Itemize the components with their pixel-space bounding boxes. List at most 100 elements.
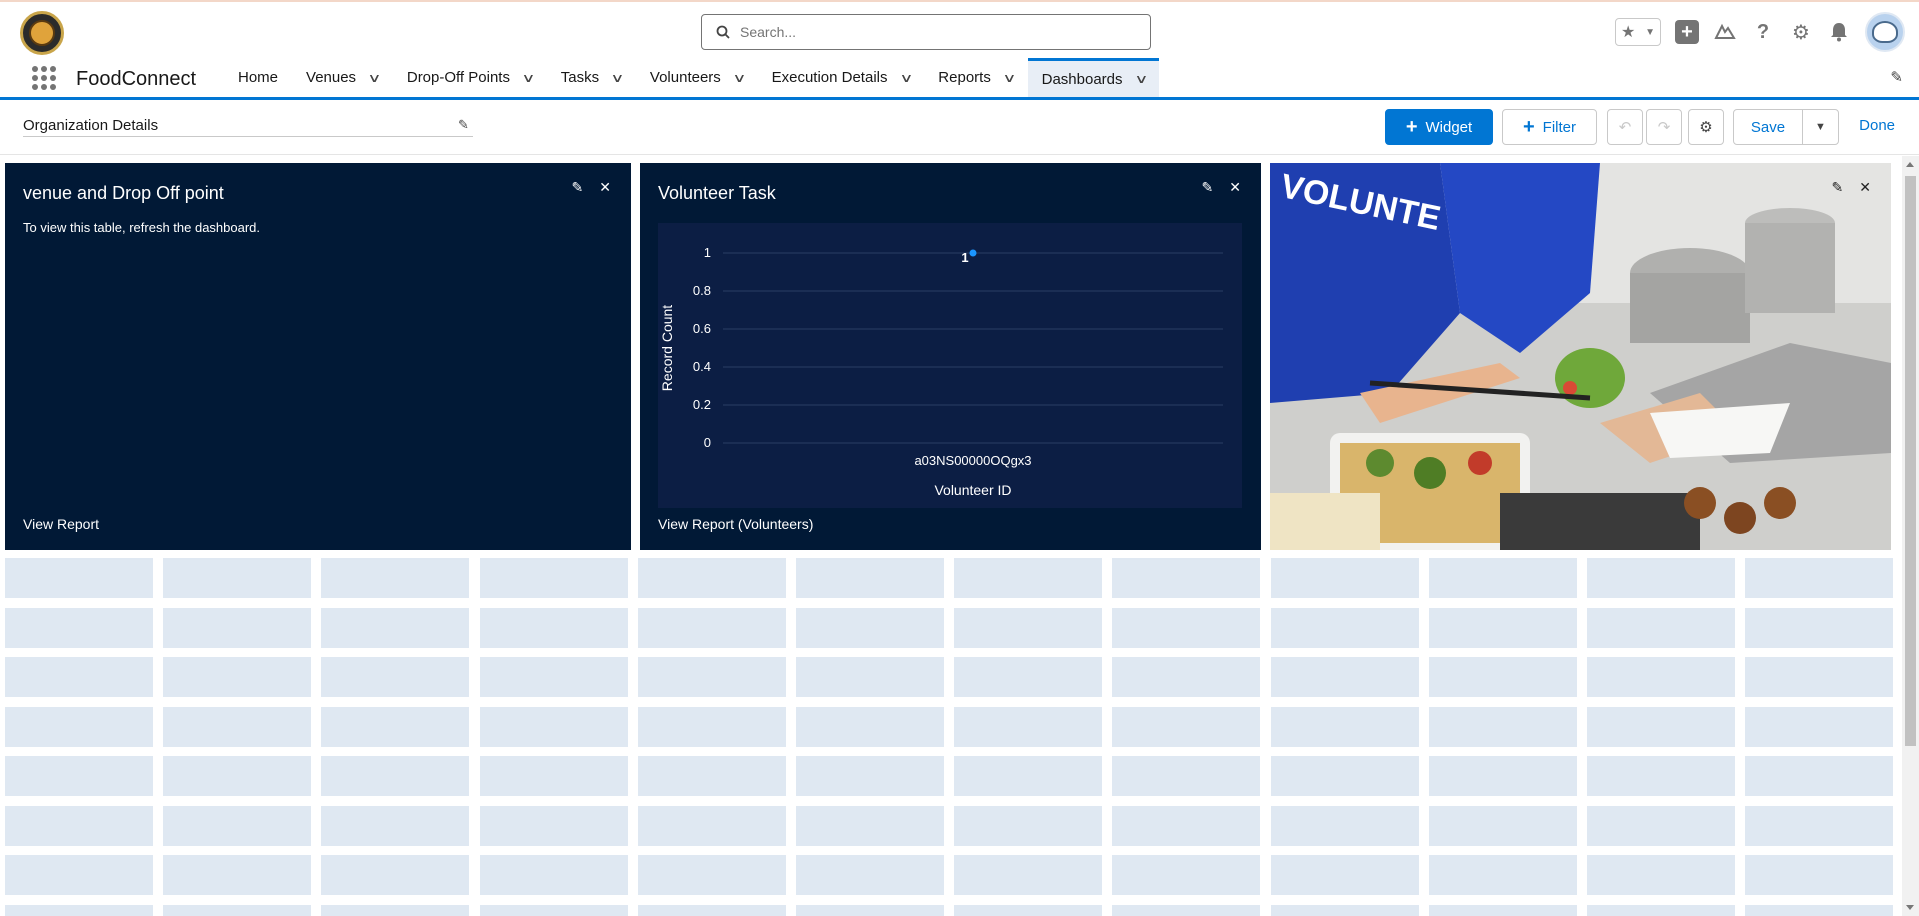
- chevron-down-icon[interactable]: ∨: [899, 71, 913, 85]
- search-input[interactable]: [740, 24, 1120, 40]
- grid-cell: [1270, 805, 1419, 846]
- tab-home[interactable]: Home: [224, 58, 292, 97]
- close-icon[interactable]: ✕: [599, 179, 611, 196]
- tab-drop-off-points[interactable]: Drop-Off Points ∨: [393, 58, 547, 97]
- edit-title-pencil-icon[interactable]: ✎: [458, 117, 469, 133]
- page-scrollbar[interactable]: [1902, 156, 1919, 916]
- widget-tools: ✎ ✕: [572, 179, 611, 196]
- chevron-down-icon: ▼: [1815, 121, 1826, 133]
- grid-cell: [163, 756, 312, 796]
- grid-cell: [1112, 607, 1261, 648]
- close-icon[interactable]: ✕: [1859, 179, 1871, 196]
- edit-pencil-icon[interactable]: ✎: [1832, 179, 1844, 196]
- grid-cell: [1586, 855, 1735, 895]
- grid-cell: [1745, 756, 1894, 796]
- tab-label: Execution Details: [771, 69, 888, 86]
- widget-image[interactable]: VOLUNTE ✎ ✕: [1270, 163, 1891, 550]
- add-widget-button[interactable]: + Widget: [1385, 109, 1493, 145]
- chevron-down-icon[interactable]: ∨: [1134, 72, 1148, 86]
- grid-cell: [637, 904, 786, 916]
- save-button[interactable]: Save: [1733, 109, 1803, 145]
- tab-dashboards[interactable]: Dashboards ∨: [1027, 58, 1160, 97]
- scroll-thumb[interactable]: [1905, 176, 1916, 746]
- grid-cell: [795, 607, 944, 648]
- properties-button[interactable]: ⚙: [1688, 109, 1724, 145]
- tab-label: Dashboards: [1041, 70, 1123, 88]
- button-label: Filter: [1542, 118, 1577, 136]
- grid-cell: [5, 657, 153, 697]
- tab-reports[interactable]: Reports ∨: [924, 58, 1027, 97]
- edit-pencil-icon[interactable]: ✎: [1202, 179, 1214, 196]
- grid-cell: [163, 657, 312, 697]
- grid-cell: [1586, 607, 1735, 648]
- edit-pencil-icon[interactable]: ✎: [572, 179, 584, 196]
- view-report-link[interactable]: View Report (Volunteers): [658, 516, 813, 532]
- dashboard-edit-header: Organization Details ✎ + Widget + Filter ↶…: [0, 103, 1919, 155]
- button-label: Save: [1750, 118, 1786, 136]
- tab-volunteers[interactable]: Volunteers ∨: [636, 58, 758, 97]
- dashboard-title-field[interactable]: Organization Details: [23, 117, 473, 137]
- trailhead-icon[interactable]: [1713, 20, 1737, 44]
- grid-cell: [479, 904, 628, 916]
- grid-cell: [321, 904, 470, 916]
- star-icon: ★: [1620, 24, 1636, 41]
- setup-gear-icon[interactable]: ⚙: [1789, 20, 1813, 44]
- help-icon[interactable]: ?: [1751, 20, 1775, 44]
- widget-tools: ✎ ✕: [1202, 179, 1241, 196]
- gear-icon: ⚙: [1699, 119, 1713, 136]
- chevron-down-icon[interactable]: ∨: [610, 71, 624, 85]
- app-logo[interactable]: [20, 11, 64, 55]
- add-filter-button[interactable]: + Filter: [1502, 109, 1597, 145]
- grid-cell: [1428, 558, 1577, 598]
- chevron-down-icon[interactable]: ∨: [521, 71, 535, 85]
- y-tick-label: 0: [704, 435, 711, 450]
- grid-cell: [637, 706, 786, 747]
- grid-cell: [1745, 855, 1894, 895]
- grid-cell: [1745, 558, 1894, 598]
- grid-cell: [637, 855, 786, 895]
- grid-cell: [1270, 756, 1419, 796]
- widget-chart[interactable]: Volunteer Task ✎ ✕ 0 0.2 0.4 0.6 0.8 1 a03NS00…: [640, 163, 1261, 550]
- notifications-bell-icon[interactable]: [1827, 20, 1851, 44]
- grid-cell: [1586, 558, 1735, 598]
- y-tick-label: 0.8: [693, 283, 711, 298]
- grid-cell: [1428, 904, 1577, 916]
- grid-cell: [163, 855, 312, 895]
- grid-cell: [479, 657, 628, 697]
- tab-tasks[interactable]: Tasks ∨: [547, 58, 636, 97]
- grid-cell: [795, 805, 944, 846]
- chevron-down-icon[interactable]: ∨: [367, 71, 381, 85]
- chevron-down-icon[interactable]: ∨: [1002, 71, 1016, 85]
- app-launcher-icon[interactable]: [32, 66, 56, 90]
- tab-venues[interactable]: Venues ∨: [292, 58, 393, 97]
- grid-cell: [1112, 756, 1261, 796]
- favorites-button[interactable]: ★ ▼: [1615, 18, 1661, 46]
- grid-cell: [1428, 805, 1577, 846]
- widget-table[interactable]: venue and Drop Off point ✎ ✕ To view thi…: [5, 163, 631, 550]
- grid-cell: [321, 855, 470, 895]
- grid-cell: [5, 805, 153, 846]
- edit-nav-pencil-icon[interactable]: ✎: [1890, 68, 1903, 86]
- global-search[interactable]: [701, 14, 1151, 50]
- save-menu-button[interactable]: ▼: [1802, 109, 1839, 145]
- redo-button[interactable]: ↷: [1646, 109, 1682, 145]
- button-label: Widget: [1425, 118, 1473, 136]
- grid-cell: [795, 657, 944, 697]
- widget-tools: ✎ ✕: [1832, 179, 1871, 196]
- y-tick-label: 1: [704, 245, 711, 260]
- grid-cell: [321, 607, 470, 648]
- view-report-link[interactable]: View Report: [23, 516, 99, 532]
- grid-cell: [1270, 904, 1419, 916]
- scroll-up-arrow-icon[interactable]: [1906, 162, 1914, 167]
- y-tick-label: 0.4: [693, 359, 711, 374]
- widget-message: To view this table, refresh the dashboar…: [23, 220, 261, 235]
- scroll-down-arrow-icon[interactable]: [1906, 905, 1914, 910]
- chevron-down-icon[interactable]: ∨: [732, 71, 746, 85]
- done-button[interactable]: Done: [1859, 117, 1895, 134]
- close-icon[interactable]: ✕: [1229, 179, 1241, 196]
- tab-execution-details[interactable]: Execution Details ∨: [758, 58, 925, 97]
- undo-button[interactable]: ↶: [1607, 109, 1643, 145]
- volunteer-task-chart: 0 0.2 0.4 0.6 0.8 1 a03NS00000OQgx3 1 Volunteer …: [659, 245, 1223, 498]
- user-avatar[interactable]: [1865, 12, 1905, 52]
- global-actions-add-icon[interactable]: +: [1675, 20, 1699, 44]
